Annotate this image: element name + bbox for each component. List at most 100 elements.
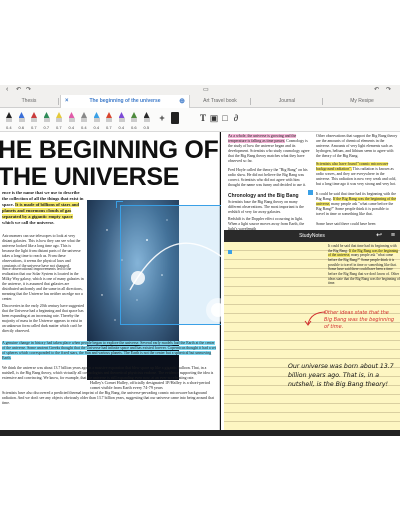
bookmark-icon[interactable]: ▭ xyxy=(203,85,209,95)
notes-excerpt-text-3: Some have said there could have been a t… xyxy=(328,267,400,286)
ruled-line xyxy=(224,340,400,341)
ruled-line xyxy=(224,286,400,287)
back-icon[interactable]: ‹ xyxy=(6,85,8,95)
ruled-line xyxy=(224,331,400,332)
notes-title: StudyNotes xyxy=(299,233,325,239)
add-tab-icon[interactable]: ⊕ xyxy=(179,95,185,108)
pen-size-label: 0.4 xyxy=(6,125,12,130)
add-pen-button[interactable]: + xyxy=(157,112,167,124)
section-heading-chronology: Chronology and the Big Bang xyxy=(228,193,299,199)
selection-handle-top-left[interactable] xyxy=(116,201,123,208)
pen-size-label: 0.4 xyxy=(81,125,87,130)
pen-size-label: 0.5 xyxy=(143,125,150,130)
intro-paragraph: ence is the name that we use to describe… xyxy=(2,190,84,226)
pen-tool-icon[interactable] xyxy=(80,112,88,124)
pen-tool-icon[interactable] xyxy=(43,112,51,124)
tab-thesis[interactable]: Thesis xyxy=(0,95,58,108)
pen-size-label: 0.6 xyxy=(18,125,25,130)
shape-icon[interactable]: □ xyxy=(220,112,230,124)
pen-body xyxy=(118,118,125,122)
eraser-icon[interactable] xyxy=(171,112,179,124)
tab-label: The beginning of the universe xyxy=(89,98,161,104)
ruled-line xyxy=(224,394,400,395)
redo-right-icon[interactable]: ↷ xyxy=(386,85,391,95)
paragraph-some-have-said: Some have said there could have been xyxy=(316,222,376,226)
tablet-bottom-bezel xyxy=(0,430,400,436)
ruled-line xyxy=(224,304,400,305)
paragraph-discoveries: Discoveries in the early 20th century ha… xyxy=(2,304,85,334)
screen: Thesis × The beginning of the universe ⊕… xyxy=(0,0,400,516)
pen-tool-icon[interactable] xyxy=(105,112,113,124)
paragraph-observations: Since observational improvements led to … xyxy=(2,267,84,302)
ruled-line xyxy=(224,349,400,350)
close-tab-icon[interactable]: × xyxy=(65,95,69,108)
pen-body xyxy=(43,118,50,122)
tab-label: Thesis xyxy=(21,98,37,104)
lasso-icon[interactable]: ∂ xyxy=(231,112,241,124)
paragraph-microwave: Scientists also have found "cosmic micro… xyxy=(316,162,398,187)
notes-header: StudyNotes ↩ ≡ xyxy=(224,230,400,242)
pen-tool-icon[interactable] xyxy=(118,112,126,124)
pen-body xyxy=(93,118,100,122)
redo-icon[interactable]: ↷ xyxy=(26,85,31,95)
pen-size-label: 0.7 xyxy=(56,125,62,130)
pen-body xyxy=(106,118,112,122)
pen-tool-icon[interactable] xyxy=(68,112,76,124)
top-nav-bar: ‹ ↶ ↷ ▭ ↶ ↷ xyxy=(0,85,400,95)
paragraph-telescopes: Astronomers can use telescopes to look a… xyxy=(2,234,81,269)
intro-end: which we call the universe. xyxy=(2,219,55,225)
pen-size-label: 0.7 xyxy=(43,125,50,130)
ruled-line xyxy=(224,403,400,404)
tab-my-resipe[interactable]: My Resipe xyxy=(324,95,400,108)
paragraph-time-beginning: It could be said that time had its begin… xyxy=(316,192,398,217)
ruled-line xyxy=(224,295,400,296)
tab-beginning-of-universe[interactable]: × The beginning of the universe ⊕ xyxy=(60,95,190,108)
page-title: HE BEGINNING OF THE UNIVERSE xyxy=(0,137,219,191)
pen-tool-icon[interactable] xyxy=(143,112,151,124)
notes-back-icon[interactable]: ↩ xyxy=(376,230,382,242)
pen-tool-icon[interactable] xyxy=(130,112,138,124)
pen-tool-icon[interactable] xyxy=(5,112,13,124)
title-line-2: THE UNIVERSE xyxy=(0,163,180,191)
tab-divider xyxy=(322,98,323,105)
title-line-1: HE BEGINNING OF xyxy=(0,136,219,164)
intro-highlight: It is made of billions of stars and plan… xyxy=(2,201,79,219)
undo-icon[interactable]: ↶ xyxy=(16,85,21,95)
image-icon[interactable]: ▣ xyxy=(209,112,219,124)
paragraph-thermal-imprint: Scientists have also discovered a predic… xyxy=(2,391,215,406)
handwritten-note-red: Other ideas state that the Big Bang was … xyxy=(324,310,395,330)
pen-body xyxy=(81,118,87,122)
paragraph-redshift-basis: Scientists base the Big Bang theory on m… xyxy=(228,200,304,215)
paragraph-history-highlight: A genuine change in history had taken pl… xyxy=(2,341,217,361)
pen-body xyxy=(143,118,150,122)
pen-tool-icon[interactable] xyxy=(55,112,63,124)
pen-tool-icon[interactable] xyxy=(30,112,38,124)
tab-label: Journal xyxy=(278,98,296,104)
tab-journal[interactable]: Journal xyxy=(252,95,322,108)
notes-menu-icon[interactable]: ≡ xyxy=(391,230,395,242)
excerpt-marker-icon[interactable] xyxy=(308,190,313,195)
pen-body xyxy=(131,118,137,122)
study-notes-panel[interactable]: StudyNotes ↩ ≡ It could be said that tim… xyxy=(224,230,400,430)
pen-size-label: 0.4 xyxy=(93,125,100,130)
undo-right-icon[interactable]: ↶ xyxy=(374,85,379,95)
pen-toolbar: 0.4 0.6 0.7 0.7 0.7 0.4 0.4 0.4 0.7 0.4 0.6 0.5 + T… xyxy=(0,108,400,132)
tab-divider xyxy=(250,98,251,105)
pen-size-label: 0.7 xyxy=(106,125,112,130)
pen-body xyxy=(18,118,25,122)
tab-divider xyxy=(58,98,59,105)
paragraph-fred-hoyle: Fred Hoyle called the theory the "Big Ba… xyxy=(228,168,308,188)
pen-body xyxy=(56,118,62,122)
pen-size-label: 0.7 xyxy=(31,125,37,130)
tab-art-travel-book[interactable]: Art Travel book xyxy=(190,95,250,108)
tab-label: Art Travel book xyxy=(203,98,237,104)
history-highlight: A genuine change in history had taken pl… xyxy=(2,341,216,361)
paragraph-universe-growing: As a whole, the universe is growing and … xyxy=(228,134,310,164)
paragraph-big-bang-theory: We think the universe was about 13.7 bil… xyxy=(2,366,214,381)
pen-tool-icon[interactable] xyxy=(93,112,101,124)
excerpt-marker-icon xyxy=(228,250,232,254)
pen-body xyxy=(6,118,12,122)
pen-tool-icon[interactable] xyxy=(18,112,26,124)
text-icon[interactable]: T xyxy=(198,112,208,124)
pen-size-label: 0.6 xyxy=(131,125,137,130)
